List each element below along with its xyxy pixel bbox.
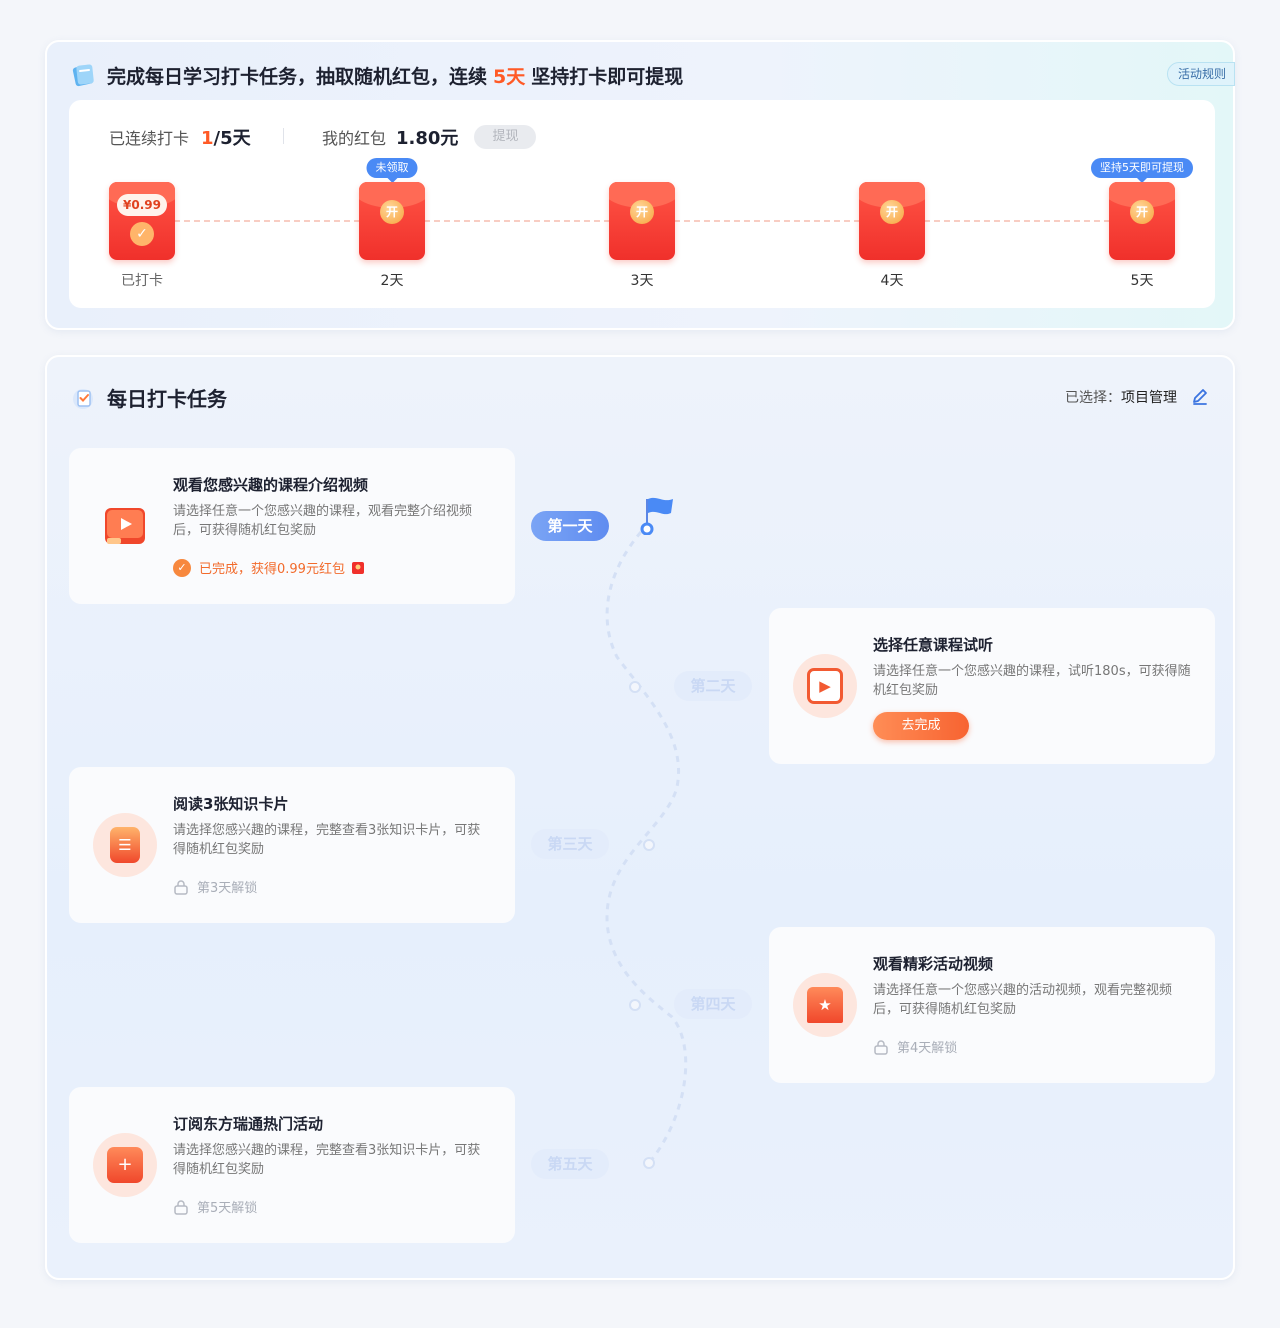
streak-info: 已连续打卡 1/5天 [109, 124, 251, 150]
open-coin-icon: 开 [380, 200, 404, 224]
tasks-title: 每日打卡任务 [107, 383, 227, 412]
play-icon: ▶ [793, 654, 857, 718]
task-title: 观看您感兴趣的课程介绍视频 [173, 476, 369, 494]
title-days-highlight: 5天 [493, 65, 526, 88]
envelope-label: 2天 [380, 273, 404, 289]
selected-value: 项目管理 [1121, 390, 1177, 406]
check-icon: ✓ [130, 222, 154, 246]
mini-envelope-icon [351, 561, 364, 574]
task-description: 请选择您感兴趣的课程，完整查看3张知识卡片，可获得随机红包奖励 [173, 1143, 481, 1177]
rules-button[interactable]: 活动规则 [1166, 62, 1235, 86]
day-pill-4: 第四天 [674, 989, 752, 1019]
task-status: 第4天解锁 [873, 1037, 957, 1056]
red-envelope-icon[interactable]: 开 [359, 182, 425, 260]
envelope-day-5: 坚持5天即可提现 开 5天 [1091, 158, 1193, 290]
lock-icon [874, 1039, 888, 1055]
completed-check-icon: ✓ [173, 558, 191, 577]
daily-tasks-panel: 每日打卡任务 已选择： 项目管理 第一天 第二天 第三天 第四天 第五天 观看您… [45, 355, 1235, 1280]
envelope-day-4: 开 4天 [859, 182, 925, 290]
envelope-badge: 坚持5天即可提现 [1091, 158, 1193, 183]
open-coin-icon: 开 [1130, 200, 1154, 224]
wallet-info: 我的红包 1.80元 提现 [322, 124, 537, 150]
red-envelope-icon: 开 [609, 182, 675, 260]
envelope-day-1: ¥0.99 ✓ 已打卡 [109, 182, 175, 290]
open-coin-icon: 开 [880, 200, 904, 224]
task-status-text: 已完成，获得0.99元红包 [199, 562, 345, 577]
card-icon: ☰ [93, 813, 157, 877]
day-pill-5: 第五天 [531, 1149, 609, 1179]
envelope-label: 已打卡 [121, 273, 163, 289]
red-envelope-icon: ¥0.99 ✓ [109, 182, 175, 260]
task-title: 阅读3张知识卡片 [173, 795, 289, 813]
task-card-4: ★ 观看精彩活动视频 请选择任意一个您感兴趣的活动视频，观看完整视频后，可获得随… [769, 927, 1215, 1083]
task-card-2: ▶ 选择任意课程试听 请选择任意一个您感兴趣的课程，试听180s，可获得随机红包… [769, 608, 1215, 764]
task-status-text: 第3天解锁 [197, 881, 258, 896]
day-pill-3: 第三天 [531, 829, 609, 859]
gift-icon: + [93, 1133, 157, 1197]
task-title: 订阅东方瑞通热门活动 [173, 1115, 324, 1133]
overview-title: 完成每日学习打卡任务，抽取随机红包，连续 5天 坚持打卡即可提现 [107, 62, 683, 89]
task-title: 选择任意课程试听 [873, 636, 994, 654]
lock-icon [174, 879, 188, 895]
envelope-label: 4天 [880, 273, 904, 289]
task-description: 请选择任意一个您感兴趣的课程，试听180s，可获得随机红包奖励 [873, 664, 1191, 698]
title-underlined: 可提现 [626, 65, 684, 88]
task-status-text: 第5天解锁 [197, 1201, 258, 1216]
streak-value: 1/5天 [201, 124, 251, 150]
clipboard-icon [73, 388, 93, 409]
day-pill-1: 第一天 [531, 511, 609, 541]
envelope-day-3: 开 3天 [609, 182, 675, 290]
task-description: 请选择您感兴趣的课程，完整查看3张知识卡片，可获得随机红包奖励 [173, 823, 481, 857]
envelope-label: 3天 [630, 273, 654, 289]
streak-label: 已连续打卡 [109, 129, 190, 148]
red-envelope-icon: 开 [859, 182, 925, 260]
envelope-label: 5天 [1130, 273, 1154, 289]
tasks-header: 每日打卡任务 [71, 383, 227, 412]
day-pill-2: 第二天 [674, 671, 752, 701]
task-status-text: 第4天解锁 [897, 1041, 958, 1056]
wallet-amount: 1.80元 [396, 128, 459, 149]
flag-icon [640, 497, 673, 535]
task-card-5: + 订阅东方瑞通热门活动 请选择您感兴趣的课程，完整查看3张知识卡片，可获得随机… [69, 1087, 515, 1243]
edit-icon[interactable] [1191, 388, 1209, 406]
selected-project: 已选择： 项目管理 [1065, 387, 1209, 407]
task-description: 请选择任意一个您感兴趣的活动视频，观看完整视频后，可获得随机红包奖励 [873, 983, 1173, 1017]
overview-header: 完成每日学习打卡任务，抽取随机红包，连续 5天 坚持打卡即可提现 [71, 60, 683, 90]
go-complete-button[interactable]: 去完成 [873, 712, 969, 740]
envelope-amount: ¥0.99 [117, 194, 167, 216]
task-card-3: ☰ 阅读3张知识卡片 请选择您感兴趣的课程，完整查看3张知识卡片，可获得随机红包… [69, 767, 515, 923]
envelope-badge: 未领取 [366, 158, 418, 183]
task-status: 第3天解锁 [173, 877, 257, 896]
title-text: 完成每日学习打卡任务，抽取随机红包，连续 [107, 65, 488, 88]
open-coin-icon: 开 [630, 200, 654, 224]
envelope-day-2[interactable]: 未领取 开 2天 [359, 158, 425, 290]
title-text-middle: 坚持打卡即 [531, 65, 627, 88]
withdraw-button[interactable]: 提现 [474, 125, 537, 149]
red-envelope-icon: 开 [1109, 182, 1175, 260]
checkin-overview-panel: 完成每日学习打卡任务，抽取随机红包，连续 5天 坚持打卡即可提现 活动规则 已连续打… [45, 40, 1235, 330]
task-card-1: 观看您感兴趣的课程介绍视频 请选择任意一个您感兴趣的课程，观看完整介绍视频后，可… [69, 448, 515, 604]
book-icon [72, 64, 94, 87]
streak-total: /5天 [213, 128, 251, 149]
task-status: ✓ 已完成，获得0.99元红包 [173, 558, 366, 577]
star-screen-icon: ★ [793, 973, 857, 1037]
streak-current: 1 [201, 128, 214, 149]
task-status: 第5天解锁 [173, 1197, 257, 1216]
progress-card: 已连续打卡 1/5天 我的红包 1.80元 提现 ¥0.99 ✓ 已打卡 未领取… [69, 100, 1215, 308]
wallet-label: 我的红包 [322, 129, 387, 148]
task-title: 观看精彩活动视频 [873, 955, 994, 973]
task-description: 请选择任意一个您感兴趣的课程，观看完整介绍视频后，可获得随机红包奖励 [173, 504, 473, 538]
envelope-track: ¥0.99 ✓ 已打卡 未领取 开 2天 开 3天 开 4天 坚持5天即可提现 … [69, 158, 1215, 300]
selected-label: 已选择： [1065, 390, 1121, 406]
lock-icon [174, 1199, 188, 1215]
video-book-icon [93, 494, 157, 558]
divider [283, 128, 284, 144]
